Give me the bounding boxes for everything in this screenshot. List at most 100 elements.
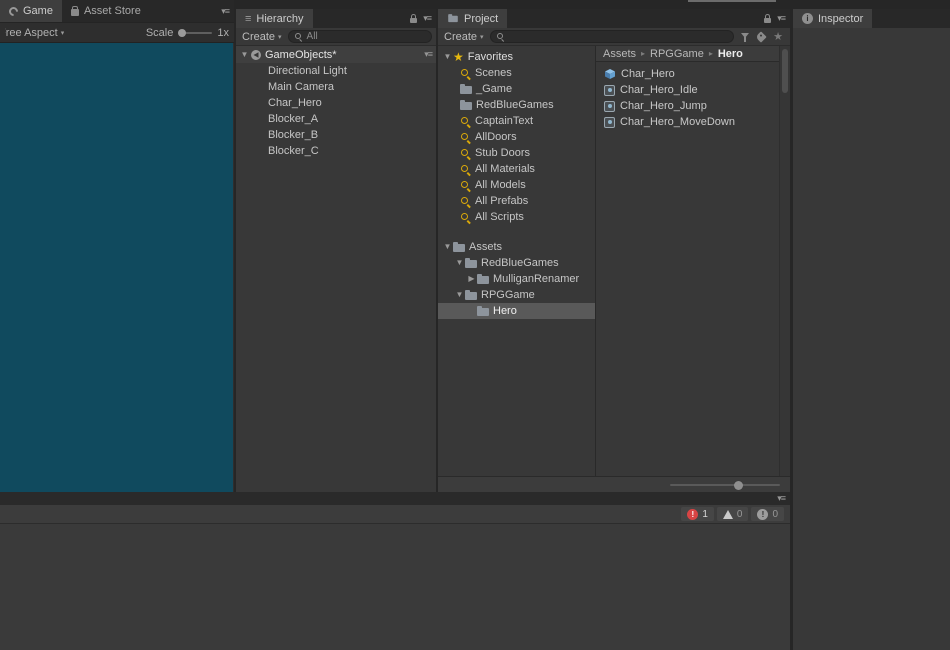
folder-row-redbluegames[interactable]: RedBlueGames	[438, 255, 595, 271]
create-button[interactable]: Create	[240, 31, 284, 43]
hierarchy-item[interactable]: Char_Hero	[236, 95, 436, 111]
tab-asset-store[interactable]: Asset Store	[62, 0, 150, 22]
hierarchy-item[interactable]: Main Camera	[236, 79, 436, 95]
error-count: 1	[702, 509, 708, 520]
pane-menu-icon[interactable]	[777, 14, 785, 23]
foldout-open-icon[interactable]	[442, 243, 453, 251]
favorites-root[interactable]: Favorites	[438, 49, 595, 65]
breadcrumb-segment[interactable]: Assets	[603, 48, 636, 60]
warning-icon	[723, 510, 733, 519]
pane-menu-icon[interactable]	[221, 7, 229, 16]
console-log-area	[0, 524, 790, 650]
favorite-item[interactable]: All Scripts	[438, 209, 595, 225]
project-bottom-bar	[438, 476, 790, 492]
search-icon	[496, 32, 506, 42]
lock-icon[interactable]	[410, 18, 417, 23]
favorite-item[interactable]: _Game	[438, 81, 595, 97]
project-file-pane: Assets RPGGame Hero Char_Hero Cha	[596, 46, 779, 476]
favorite-item-label: RedBlueGames	[476, 99, 554, 111]
saved-search-icon	[460, 180, 471, 191]
scene-context-menu-icon[interactable]	[424, 50, 432, 59]
asset-item-label: Char_Hero_Idle	[620, 84, 698, 96]
scale-slider-handle[interactable]	[178, 29, 186, 37]
folder-label: Assets	[469, 241, 502, 253]
folder-row-assets[interactable]: Assets	[438, 239, 595, 255]
hierarchy-item[interactable]: Blocker_A	[236, 111, 436, 127]
tab-asset-store-label: Asset Store	[84, 5, 141, 17]
hierarchy-item[interactable]: Directional Light	[236, 63, 436, 79]
favorite-item[interactable]: Scenes	[438, 65, 595, 81]
favorite-item[interactable]: All Materials	[438, 161, 595, 177]
hierarchy-item[interactable]: Blocker_B	[236, 127, 436, 143]
folder-icon	[477, 274, 489, 285]
search-icon	[294, 32, 304, 42]
search-by-type-icon[interactable]	[741, 33, 749, 38]
hierarchy-tab-strip: Hierarchy	[236, 9, 436, 28]
pane-menu-icon[interactable]	[423, 14, 431, 23]
project-search-input[interactable]	[490, 30, 735, 43]
saved-search-icon	[460, 196, 471, 207]
foldout-open-icon[interactable]	[454, 259, 465, 267]
favorite-item[interactable]: RedBlueGames	[438, 97, 595, 113]
error-count-badge[interactable]: 1	[681, 507, 714, 521]
favorite-item[interactable]: AllDoors	[438, 129, 595, 145]
hierarchy-scene-row[interactable]: GameObjects*	[236, 46, 436, 63]
folder-row-mulliganrenamer[interactable]: MulliganRenamer	[438, 271, 595, 287]
asset-item[interactable]: Char_Hero_Jump	[596, 98, 779, 114]
asset-item[interactable]: Char_Hero	[596, 66, 779, 82]
animation-clip-icon	[604, 117, 615, 128]
game-toolbar: Free Aspect Scale 1x	[0, 22, 234, 43]
foldout-open-icon[interactable]	[454, 291, 465, 299]
tab-game[interactable]: Game	[0, 0, 62, 22]
favorite-item-label: AllDoors	[475, 131, 517, 143]
tab-hierarchy[interactable]: Hierarchy	[236, 9, 313, 28]
warning-count-badge[interactable]: 0	[717, 507, 749, 521]
info-count-badge[interactable]: 0	[751, 507, 784, 521]
favorite-item[interactable]: Stub Doors	[438, 145, 595, 161]
foldout-open-icon[interactable]	[442, 53, 453, 61]
hierarchy-search-input[interactable]: All	[288, 30, 432, 43]
foldout-open-icon[interactable]	[239, 51, 250, 59]
hierarchy-item-label: Directional Light	[268, 65, 347, 77]
asset-store-icon	[71, 9, 79, 16]
breadcrumb-current[interactable]: Hero	[718, 48, 743, 60]
pane-menu-icon[interactable]	[777, 494, 785, 503]
vertical-scrollbar[interactable]	[779, 46, 790, 476]
favorite-item[interactable]: All Models	[438, 177, 595, 193]
animation-clip-icon	[604, 85, 615, 96]
icon-size-slider[interactable]	[670, 484, 780, 486]
aspect-dropdown[interactable]: Free Aspect	[5, 27, 64, 39]
folder-row-rpggame[interactable]: RPGGame	[438, 287, 595, 303]
lock-icon[interactable]	[764, 18, 771, 23]
asset-list: Char_Hero Char_Hero_Idle Char_Hero_Jump …	[596, 62, 779, 476]
scrollbar-thumb[interactable]	[782, 49, 788, 93]
asset-item[interactable]: Char_Hero_Idle	[596, 82, 779, 98]
folder-icon	[448, 14, 458, 23]
aspect-dropdown-label: Free Aspect	[5, 27, 58, 39]
warning-count: 0	[737, 509, 743, 520]
icon-size-slider-handle[interactable]	[734, 481, 743, 490]
folder-row-hero[interactable]: Hero	[438, 303, 595, 319]
favorite-item-label: All Scripts	[475, 211, 524, 223]
project-tab-strip: Project	[438, 9, 790, 28]
asset-item-label: Char_Hero_Jump	[620, 100, 707, 112]
save-search-icon[interactable]	[773, 32, 783, 42]
tab-project[interactable]: Project	[438, 9, 507, 28]
inspector-panel: Inspector	[793, 9, 950, 650]
hierarchy-item[interactable]: Blocker_C	[236, 143, 436, 159]
breadcrumb-segment[interactable]: RPGGame	[650, 48, 704, 60]
inspector-tab-strip: Inspector	[793, 9, 950, 28]
asset-item[interactable]: Char_Hero_MoveDown	[596, 114, 779, 130]
create-button-label: Create	[444, 31, 477, 43]
tab-inspector[interactable]: Inspector	[793, 9, 872, 28]
favorite-item[interactable]: All Prefabs	[438, 193, 595, 209]
foldout-closed-icon[interactable]	[466, 275, 477, 283]
scale-slider[interactable]	[178, 32, 212, 34]
search-by-label-icon[interactable]	[755, 31, 766, 42]
tab-game-label: Game	[23, 5, 53, 17]
saved-search-icon	[460, 116, 471, 127]
console-tab-strip	[0, 492, 790, 505]
prefab-cube-icon	[604, 68, 616, 80]
favorite-item[interactable]: CaptainText	[438, 113, 595, 129]
create-button[interactable]: Create	[442, 31, 486, 43]
